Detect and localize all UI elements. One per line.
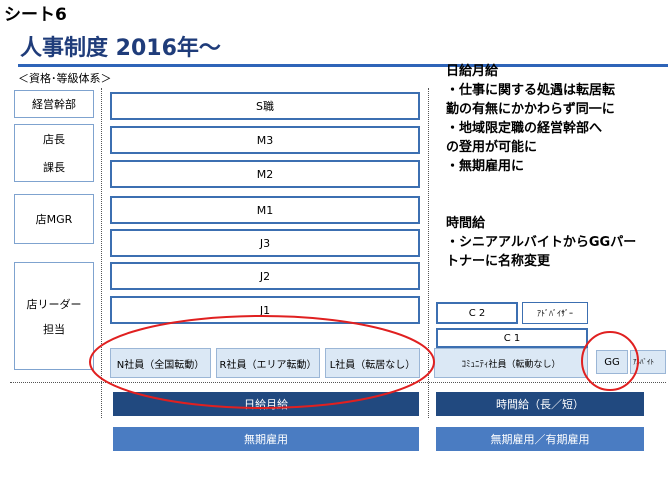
highlight-overlay [89, 315, 639, 409]
highlight-circle-gg [581, 331, 639, 391]
highlight-circle-monthly-staff [89, 315, 435, 409]
